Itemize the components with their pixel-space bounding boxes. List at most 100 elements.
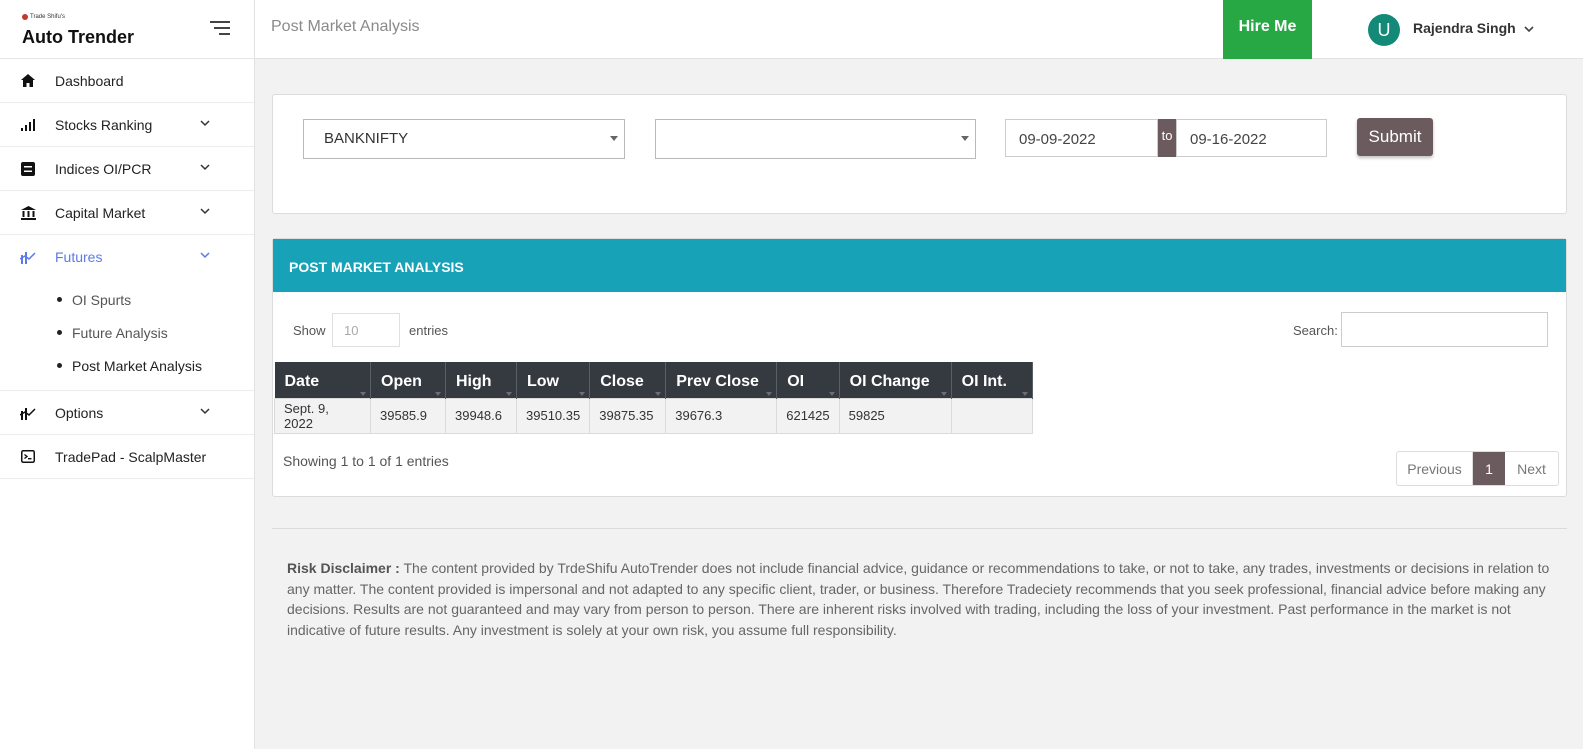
column-header-prev-close[interactable]: Prev Close <box>665 362 778 398</box>
chevron-down-icon <box>200 164 210 171</box>
previous-button[interactable]: Previous <box>1397 452 1473 485</box>
dropdown-arrow-icon <box>961 136 969 141</box>
sidebar-item-stocks-ranking[interactable]: Stocks Ranking <box>0 103 254 147</box>
dropdown-arrow-icon <box>610 136 618 141</box>
disclaimer-title: Risk Disclaimer : <box>287 560 400 576</box>
sidebar-item-label: Dashboard <box>55 72 124 89</box>
calculator-icon <box>20 161 36 177</box>
table-card: POST MARKET ANALYSIS Show 10 entries Sea… <box>272 238 1567 497</box>
options-chart-icon <box>20 405 36 421</box>
page-1-button[interactable]: 1 <box>1473 452 1505 485</box>
table-info: Showing 1 to 1 of 1 entries <box>283 453 449 469</box>
chevron-down-icon[interactable] <box>1523 24 1535 34</box>
entries-label: entries <box>409 323 449 338</box>
secondary-select[interactable] <box>655 119 976 159</box>
symbol-select-value: BANKNIFTY <box>324 130 409 147</box>
sort-icon <box>766 391 773 396</box>
sidebar-item-tradepad[interactable]: TradePad - ScalpMaster <box>0 435 254 479</box>
next-button[interactable]: Next <box>1505 452 1558 485</box>
cell-oi: 621425 <box>776 397 840 434</box>
sidebar-item-capital-market[interactable]: Capital Market <box>0 191 254 235</box>
sort-icon <box>828 391 835 396</box>
column-header-low[interactable]: Low <box>516 362 591 398</box>
column-header-date[interactable]: Date <box>274 362 371 398</box>
show-label: Show <box>293 323 326 338</box>
submenu-item-future-analysis[interactable]: Future Analysis <box>0 316 254 349</box>
card-title: POST MARKET ANALYSIS <box>273 239 1566 292</box>
home-icon <box>20 73 36 89</box>
bullet-icon <box>57 363 62 368</box>
pagination: Previous 1 Next <box>1396 451 1559 486</box>
cell-date: Sept. 9, 2022 <box>274 397 371 434</box>
symbol-select[interactable]: BANKNIFTY <box>303 119 625 159</box>
cell-low: 39510.35 <box>515 397 591 434</box>
topbar: Post Market Analysis Hire Me U Rajendra … <box>255 0 1583 59</box>
avatar[interactable]: U <box>1368 14 1400 46</box>
submenu-item-label: Future Analysis <box>72 324 168 341</box>
sidebar-item-indices-oi-pcr[interactable]: Indices OI/PCR <box>0 147 254 191</box>
table-header-row: Date Open High Low Close Prev Close OI O… <box>274 362 1033 398</box>
brand-tagline: Trade Shifu's <box>22 14 65 20</box>
sidebar-item-dashboard[interactable]: Dashboard <box>0 59 254 103</box>
cell-prev-close: 39676.3 <box>665 397 778 434</box>
to-label: to <box>1158 119 1176 157</box>
submenu-item-post-market-analysis[interactable]: Post Market Analysis <box>0 349 254 382</box>
sidebar-item-futures[interactable]: Futures <box>0 235 254 279</box>
sort-icon <box>360 391 366 396</box>
sort-icon <box>435 391 441 396</box>
to-date-input[interactable]: 09-16-2022 <box>1176 119 1327 157</box>
column-header-oi-int[interactable]: OI Int. <box>951 362 1033 398</box>
chevron-down-icon <box>200 252 210 259</box>
bullet-icon <box>57 297 62 302</box>
bar-chart-icon <box>20 117 36 133</box>
submenu-item-label: Post Market Analysis <box>72 357 202 374</box>
sort-icon <box>1021 391 1028 396</box>
cell-oi-int <box>950 397 1033 434</box>
brand: Trade Shifu's Auto Trender <box>0 0 254 59</box>
chevron-down-icon <box>200 408 210 415</box>
bank-icon <box>20 205 36 221</box>
brand-name[interactable]: Auto Trender <box>22 27 134 48</box>
disclaimer-text: The content provided by TrdeShifu AutoTr… <box>287 560 1550 638</box>
column-header-open[interactable]: Open <box>370 362 446 398</box>
cell-oi-change: 59825 <box>838 397 952 434</box>
cell-close: 39875.35 <box>589 397 667 434</box>
brand-logo-icon <box>22 14 28 20</box>
sidebar-item-label: Options <box>55 404 104 421</box>
chevron-down-icon <box>200 208 210 215</box>
search-label: Search: <box>1293 323 1338 338</box>
cell-open: 39585.9 <box>370 397 446 434</box>
user-name[interactable]: Rajendra Singh <box>1413 20 1516 36</box>
sidebar-item-label: Capital Market <box>55 204 146 221</box>
sidebar-item-label: TradePad - ScalpMaster <box>55 448 207 465</box>
table-row: Sept. 9, 2022 39585.9 39948.6 39510.35 3… <box>274 397 1033 434</box>
futures-submenu: OI Spurts Future Analysis Post Market An… <box>0 279 254 391</box>
divider <box>272 528 1567 529</box>
column-header-high[interactable]: High <box>445 362 517 398</box>
sidebar-item-options[interactable]: Options <box>0 391 254 435</box>
sort-icon <box>579 391 586 396</box>
from-date-input[interactable]: 09-09-2022 <box>1005 119 1158 157</box>
submit-button[interactable]: Submit <box>1357 118 1433 156</box>
hire-me-button[interactable]: Hire Me <box>1223 0 1312 59</box>
sidebar-item-label: Futures <box>55 249 103 265</box>
submenu-item-label: OI Spurts <box>72 291 132 308</box>
column-header-oi[interactable]: OI <box>776 362 840 398</box>
sort-icon <box>506 391 512 396</box>
submenu-item-oi-spurts[interactable]: OI Spurts <box>0 283 254 316</box>
column-header-close[interactable]: Close <box>589 362 667 398</box>
sidebar-item-label: Indices OI/PCR <box>55 160 152 177</box>
filter-card: BANKNIFTY 09-09-2022 to 09-16-2022 Submi… <box>272 94 1567 214</box>
cell-high: 39948.6 <box>445 397 517 434</box>
menu-toggle-icon[interactable] <box>210 21 230 37</box>
sort-icon <box>940 391 947 396</box>
trend-chart-icon <box>20 249 36 265</box>
bullet-icon <box>57 330 62 335</box>
risk-disclaimer: Risk Disclaimer : The content provided b… <box>287 558 1557 640</box>
column-header-oi-change[interactable]: OI Change <box>839 362 952 398</box>
entries-select[interactable]: 10 <box>332 313 400 347</box>
terminal-icon <box>20 449 36 465</box>
search-input[interactable] <box>1341 312 1548 347</box>
sidebar-item-label: Stocks Ranking <box>55 116 153 133</box>
page-title: Post Market Analysis <box>271 18 420 35</box>
